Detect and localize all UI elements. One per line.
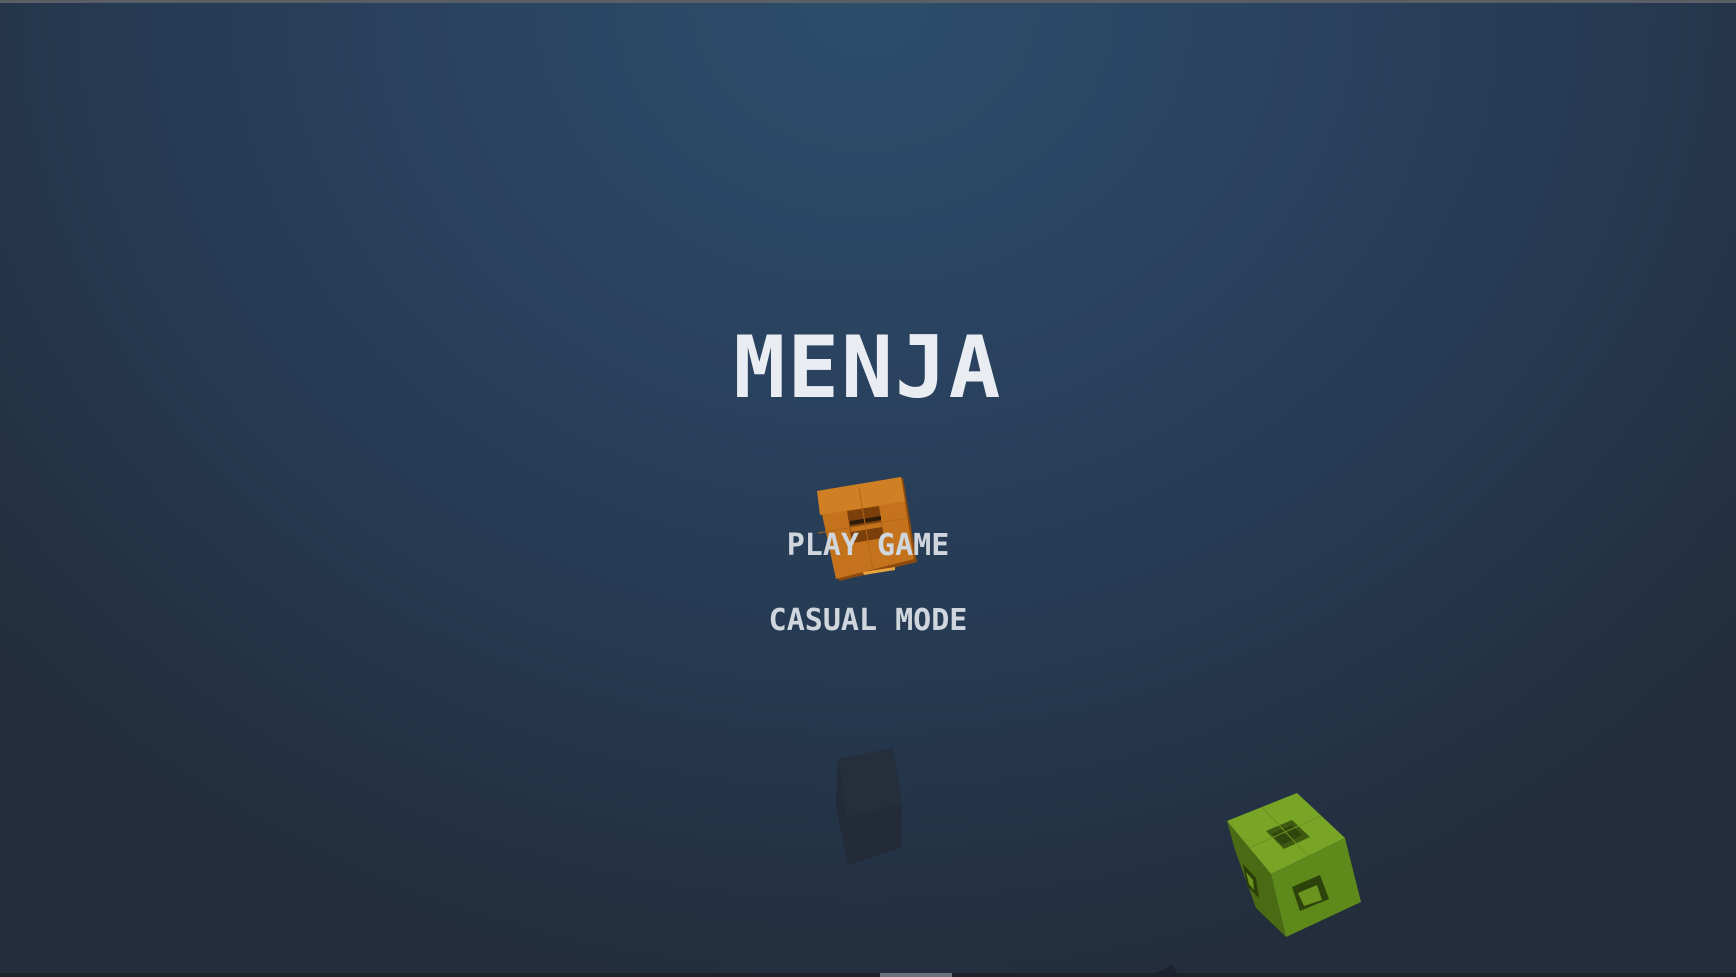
window-bottom-border	[0, 973, 1736, 977]
dark-block	[836, 748, 902, 865]
bottom-handle	[880, 973, 952, 977]
game-scene: MENJA PLAY GAME CASUAL MODE	[0, 0, 1736, 977]
casual-mode-button[interactable]: CASUAL MODE	[0, 601, 1736, 641]
game-title: MENJA	[733, 318, 1003, 418]
play-game-button[interactable]: PLAY GAME	[0, 526, 1736, 566]
window-top-border	[0, 0, 1736, 3]
green-cube	[1227, 793, 1361, 937]
